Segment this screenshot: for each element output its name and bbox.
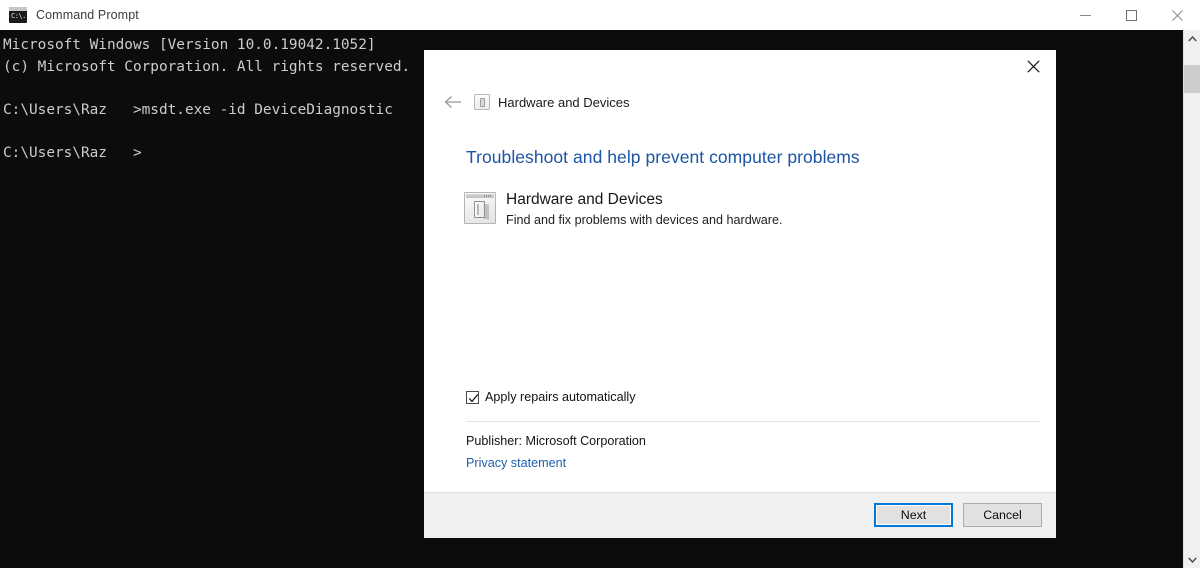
dialog-navigation: Hardware and Devices: [440, 89, 630, 115]
console-scrollbar[interactable]: [1183, 30, 1200, 568]
command-prompt-icon: [9, 7, 27, 23]
apply-repairs-label[interactable]: Apply repairs automatically: [485, 390, 636, 404]
dialog-footer: Next Cancel: [424, 492, 1056, 538]
publisher-label: Publisher: Microsoft Corporation: [466, 434, 646, 448]
minimize-icon[interactable]: [1062, 0, 1108, 30]
privacy-statement-link[interactable]: Privacy statement: [466, 456, 566, 470]
troubleshooter-item-text: Hardware and Devices Find and fix proble…: [506, 190, 783, 229]
hardware-device-icon: [464, 192, 496, 224]
scrollbar-thumb[interactable]: [1184, 65, 1200, 93]
window-title: Command Prompt: [36, 8, 139, 22]
chevron-up-icon[interactable]: [1184, 30, 1200, 47]
scrollbar-track[interactable]: [1184, 47, 1200, 551]
troubleshooter-item-description: Find and fix problems with devices and h…: [506, 211, 783, 229]
apply-repairs-checkbox[interactable]: [466, 391, 479, 404]
back-arrow-icon[interactable]: [440, 89, 466, 115]
troubleshooter-dialog: Hardware and Devices Troubleshoot and he…: [424, 50, 1056, 538]
window-controls: [1062, 0, 1200, 30]
troubleshooter-item-title: Hardware and Devices: [506, 190, 783, 209]
footer-divider: [466, 421, 1040, 422]
maximize-icon[interactable]: [1108, 0, 1154, 30]
troubleshooter-item: Hardware and Devices Find and fix proble…: [464, 190, 783, 229]
command-prompt-titlebar[interactable]: Command Prompt: [0, 0, 1200, 30]
console-text: Microsoft Windows [Version 10.0.19042.10…: [3, 35, 410, 164]
chevron-down-icon[interactable]: [1184, 551, 1200, 568]
breadcrumb-hardware-device-icon: [474, 94, 490, 110]
cancel-button[interactable]: Cancel: [963, 503, 1042, 527]
next-button[interactable]: Next: [874, 503, 953, 527]
page-title: Troubleshoot and help prevent computer p…: [466, 147, 860, 168]
dialog-close-icon[interactable]: [1011, 50, 1056, 82]
breadcrumb[interactable]: Hardware and Devices: [498, 95, 630, 110]
apply-repairs-row[interactable]: Apply repairs automatically: [466, 390, 636, 404]
close-icon[interactable]: [1154, 0, 1200, 30]
